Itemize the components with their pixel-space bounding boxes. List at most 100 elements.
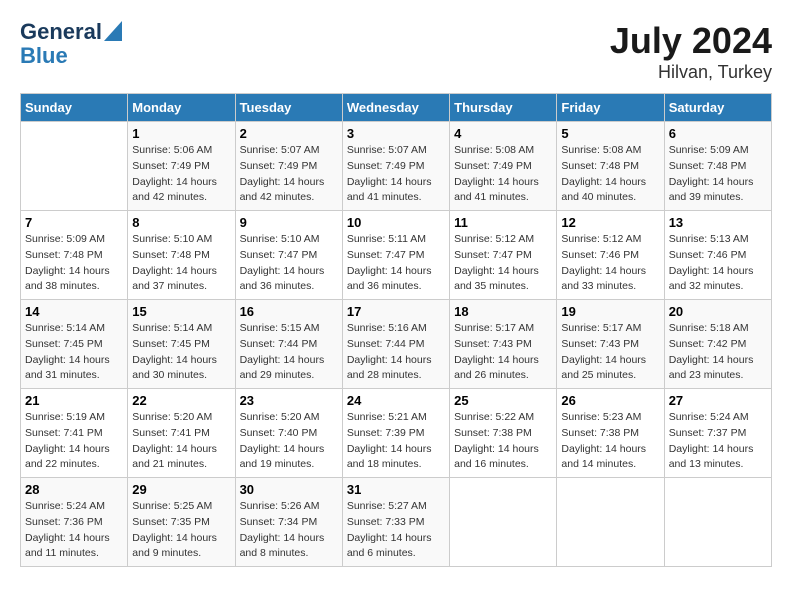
day-number: 19	[561, 304, 659, 319]
day-info: Sunrise: 5:07 AMSunset: 7:49 PMDaylight:…	[240, 143, 338, 206]
day-info: Sunrise: 5:24 AMSunset: 7:36 PMDaylight:…	[25, 499, 123, 562]
day-info: Sunrise: 5:11 AMSunset: 7:47 PMDaylight:…	[347, 232, 445, 295]
day-info: Sunrise: 5:08 AMSunset: 7:49 PMDaylight:…	[454, 143, 552, 206]
day-number: 15	[132, 304, 230, 319]
day-info: Sunrise: 5:20 AMSunset: 7:40 PMDaylight:…	[240, 410, 338, 473]
day-number: 20	[669, 304, 767, 319]
day-cell: 26 Sunrise: 5:23 AMSunset: 7:38 PMDaylig…	[557, 389, 664, 478]
day-info: Sunrise: 5:16 AMSunset: 7:44 PMDaylight:…	[347, 321, 445, 384]
day-number: 21	[25, 393, 123, 408]
day-cell: 15 Sunrise: 5:14 AMSunset: 7:45 PMDaylig…	[128, 300, 235, 389]
header-day-wednesday: Wednesday	[342, 94, 449, 122]
day-info: Sunrise: 5:09 AMSunset: 7:48 PMDaylight:…	[25, 232, 123, 295]
day-info: Sunrise: 5:27 AMSunset: 7:33 PMDaylight:…	[347, 499, 445, 562]
day-cell: 6 Sunrise: 5:09 AMSunset: 7:48 PMDayligh…	[664, 122, 771, 211]
calendar-table: SundayMondayTuesdayWednesdayThursdayFrid…	[20, 93, 772, 567]
day-cell: 31 Sunrise: 5:27 AMSunset: 7:33 PMDaylig…	[342, 478, 449, 567]
header-day-tuesday: Tuesday	[235, 94, 342, 122]
day-info: Sunrise: 5:10 AMSunset: 7:48 PMDaylight:…	[132, 232, 230, 295]
day-info: Sunrise: 5:08 AMSunset: 7:48 PMDaylight:…	[561, 143, 659, 206]
day-cell: 29 Sunrise: 5:25 AMSunset: 7:35 PMDaylig…	[128, 478, 235, 567]
day-number: 14	[25, 304, 123, 319]
logo-text-line2: Blue	[20, 44, 68, 68]
day-info: Sunrise: 5:12 AMSunset: 7:46 PMDaylight:…	[561, 232, 659, 295]
day-cell: 4 Sunrise: 5:08 AMSunset: 7:49 PMDayligh…	[450, 122, 557, 211]
day-info: Sunrise: 5:14 AMSunset: 7:45 PMDaylight:…	[132, 321, 230, 384]
month-year: July 2024	[610, 20, 772, 62]
title-area: July 2024 Hilvan, Turkey	[610, 20, 772, 83]
calendar-header-row: SundayMondayTuesdayWednesdayThursdayFrid…	[21, 94, 772, 122]
day-cell: 1 Sunrise: 5:06 AMSunset: 7:49 PMDayligh…	[128, 122, 235, 211]
day-info: Sunrise: 5:17 AMSunset: 7:43 PMDaylight:…	[561, 321, 659, 384]
day-number: 5	[561, 126, 659, 141]
day-number: 11	[454, 215, 552, 230]
day-info: Sunrise: 5:13 AMSunset: 7:46 PMDaylight:…	[669, 232, 767, 295]
day-number: 25	[454, 393, 552, 408]
day-number: 28	[25, 482, 123, 497]
header-day-saturday: Saturday	[664, 94, 771, 122]
day-cell: 11 Sunrise: 5:12 AMSunset: 7:47 PMDaylig…	[450, 211, 557, 300]
week-row-2: 7 Sunrise: 5:09 AMSunset: 7:48 PMDayligh…	[21, 211, 772, 300]
day-cell: 30 Sunrise: 5:26 AMSunset: 7:34 PMDaylig…	[235, 478, 342, 567]
day-cell: 23 Sunrise: 5:20 AMSunset: 7:40 PMDaylig…	[235, 389, 342, 478]
day-info: Sunrise: 5:10 AMSunset: 7:47 PMDaylight:…	[240, 232, 338, 295]
day-cell: 20 Sunrise: 5:18 AMSunset: 7:42 PMDaylig…	[664, 300, 771, 389]
logo-text-line1: General	[20, 20, 102, 44]
day-cell: 16 Sunrise: 5:15 AMSunset: 7:44 PMDaylig…	[235, 300, 342, 389]
day-cell: 2 Sunrise: 5:07 AMSunset: 7:49 PMDayligh…	[235, 122, 342, 211]
header-day-monday: Monday	[128, 94, 235, 122]
week-row-1: 1 Sunrise: 5:06 AMSunset: 7:49 PMDayligh…	[21, 122, 772, 211]
day-cell: 12 Sunrise: 5:12 AMSunset: 7:46 PMDaylig…	[557, 211, 664, 300]
location: Hilvan, Turkey	[610, 62, 772, 83]
day-cell: 13 Sunrise: 5:13 AMSunset: 7:46 PMDaylig…	[664, 211, 771, 300]
day-info: Sunrise: 5:20 AMSunset: 7:41 PMDaylight:…	[132, 410, 230, 473]
day-number: 17	[347, 304, 445, 319]
day-cell: 18 Sunrise: 5:17 AMSunset: 7:43 PMDaylig…	[450, 300, 557, 389]
day-info: Sunrise: 5:07 AMSunset: 7:49 PMDaylight:…	[347, 143, 445, 206]
day-info: Sunrise: 5:14 AMSunset: 7:45 PMDaylight:…	[25, 321, 123, 384]
day-info: Sunrise: 5:06 AMSunset: 7:49 PMDaylight:…	[132, 143, 230, 206]
day-info: Sunrise: 5:09 AMSunset: 7:48 PMDaylight:…	[669, 143, 767, 206]
day-number: 12	[561, 215, 659, 230]
day-number: 26	[561, 393, 659, 408]
day-number: 22	[132, 393, 230, 408]
day-info: Sunrise: 5:25 AMSunset: 7:35 PMDaylight:…	[132, 499, 230, 562]
day-cell	[450, 478, 557, 567]
logo-triangle-icon	[104, 21, 122, 41]
day-number: 13	[669, 215, 767, 230]
day-cell: 3 Sunrise: 5:07 AMSunset: 7:49 PMDayligh…	[342, 122, 449, 211]
week-row-3: 14 Sunrise: 5:14 AMSunset: 7:45 PMDaylig…	[21, 300, 772, 389]
day-info: Sunrise: 5:24 AMSunset: 7:37 PMDaylight:…	[669, 410, 767, 473]
logo: General Blue	[20, 20, 122, 68]
header-day-thursday: Thursday	[450, 94, 557, 122]
day-info: Sunrise: 5:23 AMSunset: 7:38 PMDaylight:…	[561, 410, 659, 473]
day-cell: 19 Sunrise: 5:17 AMSunset: 7:43 PMDaylig…	[557, 300, 664, 389]
day-number: 30	[240, 482, 338, 497]
day-number: 10	[347, 215, 445, 230]
day-cell: 27 Sunrise: 5:24 AMSunset: 7:37 PMDaylig…	[664, 389, 771, 478]
day-cell: 22 Sunrise: 5:20 AMSunset: 7:41 PMDaylig…	[128, 389, 235, 478]
day-cell: 7 Sunrise: 5:09 AMSunset: 7:48 PMDayligh…	[21, 211, 128, 300]
day-number: 27	[669, 393, 767, 408]
day-cell: 10 Sunrise: 5:11 AMSunset: 7:47 PMDaylig…	[342, 211, 449, 300]
day-number: 23	[240, 393, 338, 408]
day-number: 6	[669, 126, 767, 141]
day-cell	[557, 478, 664, 567]
day-cell: 28 Sunrise: 5:24 AMSunset: 7:36 PMDaylig…	[21, 478, 128, 567]
day-number: 1	[132, 126, 230, 141]
day-number: 4	[454, 126, 552, 141]
header-day-friday: Friday	[557, 94, 664, 122]
day-cell	[21, 122, 128, 211]
day-info: Sunrise: 5:26 AMSunset: 7:34 PMDaylight:…	[240, 499, 338, 562]
day-number: 16	[240, 304, 338, 319]
day-info: Sunrise: 5:17 AMSunset: 7:43 PMDaylight:…	[454, 321, 552, 384]
day-number: 9	[240, 215, 338, 230]
day-number: 3	[347, 126, 445, 141]
day-cell: 24 Sunrise: 5:21 AMSunset: 7:39 PMDaylig…	[342, 389, 449, 478]
day-number: 2	[240, 126, 338, 141]
day-cell: 17 Sunrise: 5:16 AMSunset: 7:44 PMDaylig…	[342, 300, 449, 389]
day-number: 31	[347, 482, 445, 497]
day-info: Sunrise: 5:15 AMSunset: 7:44 PMDaylight:…	[240, 321, 338, 384]
week-row-5: 28 Sunrise: 5:24 AMSunset: 7:36 PMDaylig…	[21, 478, 772, 567]
day-cell: 25 Sunrise: 5:22 AMSunset: 7:38 PMDaylig…	[450, 389, 557, 478]
